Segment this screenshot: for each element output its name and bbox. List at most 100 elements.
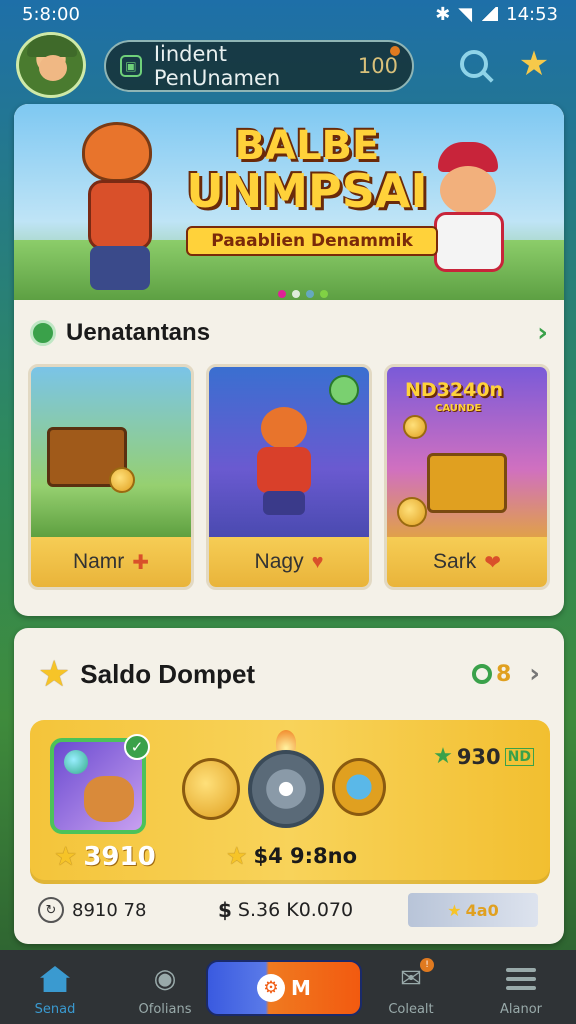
chevron-right-icon[interactable]: ›: [537, 318, 548, 348]
status-bar: 5:8:00 ✱ ◥ 14:53: [0, 0, 576, 28]
status-icons: ✱ ◥ 14:53: [435, 4, 558, 25]
avatar-face: [39, 55, 67, 81]
banner-title-line1: BALBE: [234, 123, 380, 169]
tile-art: [209, 367, 369, 537]
balance-c-button[interactable]: ★ 4a0: [408, 893, 538, 927]
coin-icon: [397, 497, 427, 527]
bag-icon: ▣: [120, 55, 142, 77]
menu-icon: [504, 962, 538, 996]
gold-coin-icon: [182, 758, 240, 820]
nav-badge: !: [420, 958, 434, 972]
carousel-dot[interactable]: [306, 290, 314, 298]
nav-item-collect[interactable]: ✉ ! Colealt: [356, 950, 466, 1024]
tile-art: [31, 367, 191, 537]
hero-banner[interactable]: BALBE UNMPSAI Paaablien Denammik: [14, 104, 564, 300]
status-time-right: 14:53: [506, 3, 558, 25]
bluetooth-icon: ✱: [435, 3, 451, 25]
mid-value: ★ $4 9:8no: [226, 842, 357, 870]
tile-label-text: Namr: [72, 550, 125, 573]
star-icon: ★: [226, 842, 248, 870]
search-bar[interactable]: ▣ Iindent PenUnamen 100: [104, 40, 414, 92]
star-icon: ★: [54, 842, 78, 872]
right-value-unit: ND: [504, 747, 534, 766]
wallet-header[interactable]: ★ Saldo Dompet 8 ›: [14, 646, 564, 702]
nav-item-home[interactable]: Senad: [0, 950, 110, 1024]
right-value-text: 930: [456, 744, 501, 769]
chevron-right-icon[interactable]: ›: [529, 659, 540, 689]
wallet-panel[interactable]: ✓ ★ 3910 ★ $4 9:8no ★ 930 ND: [30, 720, 550, 884]
star-icon: ★: [38, 653, 71, 695]
bottom-nav: Senad ◉ Ofolians ✉ ! Colealt Alanor ⚙ M: [0, 950, 576, 1024]
section-title: Uenatantans: [66, 319, 211, 346]
balance-a-text: 8910 78: [72, 899, 147, 921]
carousel-dot[interactable]: [278, 290, 286, 298]
search-text: Iindent PenUnamen: [153, 42, 281, 90]
tile-art-subtitle: CAUNDE: [435, 403, 482, 414]
ring-icon: [471, 664, 492, 684]
nav-item-menu[interactable]: Alanor: [466, 950, 576, 1024]
hero-character: [249, 407, 319, 517]
section-header[interactable]: Uenatantans ›: [14, 308, 564, 358]
tile-label: Nagy ♥: [209, 537, 369, 587]
coin-icon: [109, 467, 135, 493]
nav-item-options[interactable]: ◉ Ofolians: [110, 950, 220, 1024]
nav-label: Ofolians: [138, 1002, 192, 1017]
carousel-dot[interactable]: [292, 290, 300, 298]
balance-b: $ S.36 K0.070: [218, 898, 408, 922]
ball-icon: [64, 750, 88, 774]
kid-character: [424, 142, 524, 292]
dollar-icon: $: [218, 898, 232, 922]
center-action-button[interactable]: ⚙ M: [206, 960, 362, 1016]
banner-title: BALBE UNMPSAI: [182, 126, 432, 214]
clock-icon: ↻: [38, 897, 64, 923]
fox-character: [64, 122, 184, 292]
wallet-badge-value: 8: [495, 661, 512, 687]
center-action-label: M: [291, 976, 311, 1000]
search-icon: [460, 50, 488, 78]
pet-icon: [84, 776, 134, 822]
star-icon: ★: [433, 744, 453, 769]
notification-dot: [390, 46, 400, 56]
notification-count-value: 100: [357, 54, 398, 78]
home-icon: [38, 962, 72, 996]
balance-a: ↻ 8910 78: [38, 897, 218, 923]
wallet-title: Saldo Dompet: [80, 658, 256, 689]
balance-c-text: 4a0: [465, 900, 499, 920]
gem-icon: [329, 375, 359, 405]
compass-coin-icon: [332, 758, 386, 816]
pet-tile[interactable]: ✓: [50, 734, 150, 834]
favorites-button[interactable]: ★: [512, 42, 556, 86]
status-time-left: 5:8:00: [22, 3, 80, 25]
treasure-icon: [427, 453, 507, 513]
game-tile[interactable]: Nagy ♥: [206, 364, 372, 590]
tile-label: Sark ❤: [387, 537, 547, 587]
profile-icon: ◉: [153, 964, 177, 994]
mid-value-text: $4 9:8no: [253, 844, 358, 868]
heart-icon: ♥: [311, 550, 324, 573]
pet-value-text: 3910: [83, 842, 156, 872]
promo-card: BALBE UNMPSAI Paaablien Denammik Uenatan…: [14, 104, 564, 616]
game-tile[interactable]: Namr ✚: [28, 364, 194, 590]
wallet-badge: 8: [471, 661, 512, 687]
nav-label: Senad: [34, 1002, 76, 1017]
balance-b-text: S.36 K0.070: [237, 899, 354, 921]
tile-art-title: ND3240n: [405, 379, 504, 401]
wifi-icon: ◥: [458, 3, 473, 25]
star-icon: ★: [447, 900, 462, 920]
carousel-dot[interactable]: [320, 290, 328, 298]
search-button[interactable]: [452, 42, 496, 86]
heart-icon: ❤: [484, 551, 501, 574]
signal-icon: [480, 7, 499, 21]
nav-label: Alanor: [499, 1002, 542, 1017]
check-icon: ✓: [124, 734, 150, 760]
carousel-dots[interactable]: [278, 290, 328, 298]
wheel-icon: [248, 750, 324, 828]
right-value: ★ 930 ND: [433, 744, 534, 769]
tile-label-text: Sark: [433, 550, 477, 573]
banner-subtitle: Paaablien Denammik: [186, 226, 438, 256]
avatar[interactable]: [16, 32, 86, 98]
star-icon: ★: [518, 44, 550, 84]
nav-label: Colealt: [388, 1002, 434, 1017]
section-icon: [30, 320, 56, 346]
game-tile[interactable]: ND3240n CAUNDE Sark ❤: [384, 364, 550, 590]
